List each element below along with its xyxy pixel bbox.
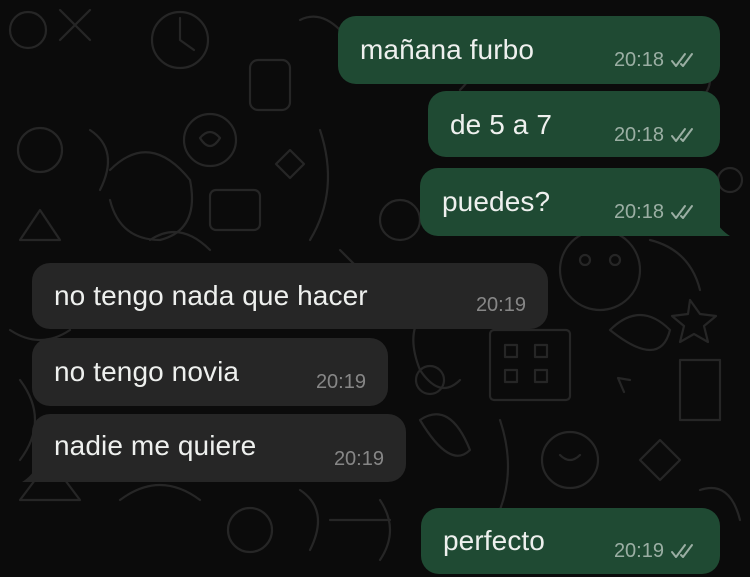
message-meta: 20:18 [614, 202, 698, 222]
message-list: mañana furbo 20:18 de 5 a 7 20:18 puedes… [0, 0, 750, 577]
read-ticks-icon [671, 128, 693, 142]
message-time: 20:19 [613, 540, 664, 562]
message-time: 20:18 [613, 49, 664, 71]
message-meta: 20:18 [614, 125, 698, 145]
message-text: perfecto [443, 525, 545, 556]
message-text: mañana furbo [360, 34, 534, 65]
message-incoming[interactable]: no tengo novia 20:19 [32, 338, 388, 406]
message-text: de 5 a 7 [450, 109, 552, 140]
message-outgoing[interactable]: perfecto 20:19 [421, 508, 720, 574]
message-meta: 20:19 [334, 449, 384, 469]
message-text: puedes? [442, 186, 551, 217]
read-ticks-icon [671, 205, 693, 219]
message-meta: 20:19 [614, 541, 698, 561]
bubble-tail [22, 462, 40, 482]
message-outgoing[interactable]: puedes? 20:18 [420, 168, 730, 236]
message-text: nadie me quiere [54, 430, 257, 461]
message-outgoing[interactable]: mañana furbo 20:18 [338, 16, 720, 84]
message-text: no tengo novia [54, 356, 240, 387]
message-incoming[interactable]: no tengo nada que hacer 20:19 [32, 263, 548, 329]
bubble-tail [712, 216, 730, 236]
message-outgoing[interactable]: de 5 a 7 20:18 [428, 91, 720, 157]
message-time: 20:19 [315, 371, 366, 393]
read-ticks-icon [671, 53, 693, 67]
message-meta: 20:19 [476, 295, 526, 315]
message-meta: 20:19 [316, 372, 366, 392]
read-ticks-icon [671, 544, 693, 558]
message-time: 20:18 [613, 201, 664, 223]
message-time: 20:18 [613, 124, 664, 146]
message-time: 20:19 [333, 448, 384, 470]
message-time: 20:19 [475, 294, 526, 316]
message-text: no tengo nada que hacer [54, 280, 368, 311]
message-meta: 20:18 [614, 50, 698, 70]
message-incoming[interactable]: nadie me quiere 20:19 [22, 414, 406, 482]
